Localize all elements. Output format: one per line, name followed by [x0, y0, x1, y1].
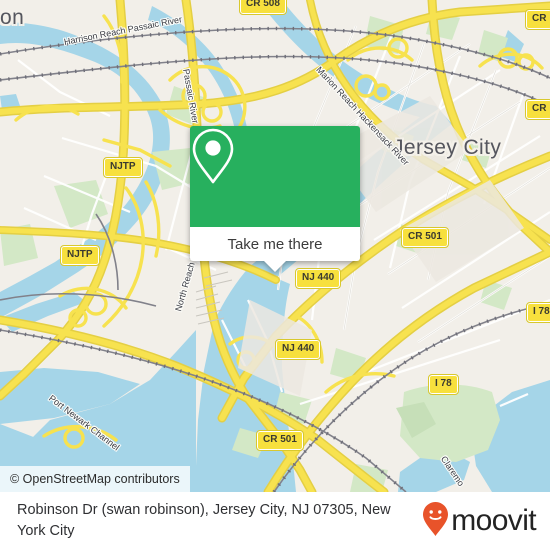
- map-canvas[interactable]: on Jersey City Harrison Reach Passaic Ri…: [0, 0, 550, 492]
- shield-cr-501-lower[interactable]: CR 501: [256, 430, 304, 451]
- osm-attribution[interactable]: © OpenStreetMap contributors: [0, 466, 190, 492]
- shield-njtp-upper[interactable]: NJTP: [103, 157, 143, 178]
- moovit-logo[interactable]: moovit: [422, 501, 537, 542]
- location-address: Robinson Dr (swan robinson), Jersey City…: [17, 501, 391, 539]
- shield-i-78-right[interactable]: I 78: [526, 302, 550, 323]
- shield-i-78-lower[interactable]: I 78: [428, 374, 459, 395]
- moovit-pin-smiley-icon: [422, 501, 449, 542]
- shield-nj-440-upper[interactable]: NJ 440: [294, 268, 342, 289]
- map-screenshot: on Jersey City Harrison Reach Passaic Ri…: [0, 0, 550, 550]
- take-me-there-label: Take me there: [227, 235, 323, 253]
- footer-bar: Robinson Dr (swan robinson), Jersey City…: [0, 492, 550, 550]
- shield-cr-right[interactable]: CR: [524, 99, 550, 120]
- shield-cr-508[interactable]: CR 508: [239, 0, 287, 15]
- shield-cr-501-upper[interactable]: CR 501: [401, 227, 449, 248]
- location-popup-card[interactable]: Take me there: [190, 126, 360, 272]
- take-me-there-button[interactable]: Take me there: [190, 227, 360, 261]
- osm-attribution-text: © OpenStreetMap contributors: [10, 472, 180, 486]
- popup-header: [190, 126, 360, 227]
- popup-pointer-tail: [264, 261, 286, 272]
- shield-nj-440-lower[interactable]: NJ 440: [274, 339, 322, 360]
- shield-cr-top-right[interactable]: CR: [524, 9, 550, 30]
- shield-njtp-lower[interactable]: NJTP: [60, 245, 100, 266]
- moovit-wordmark: moovit: [451, 504, 536, 537]
